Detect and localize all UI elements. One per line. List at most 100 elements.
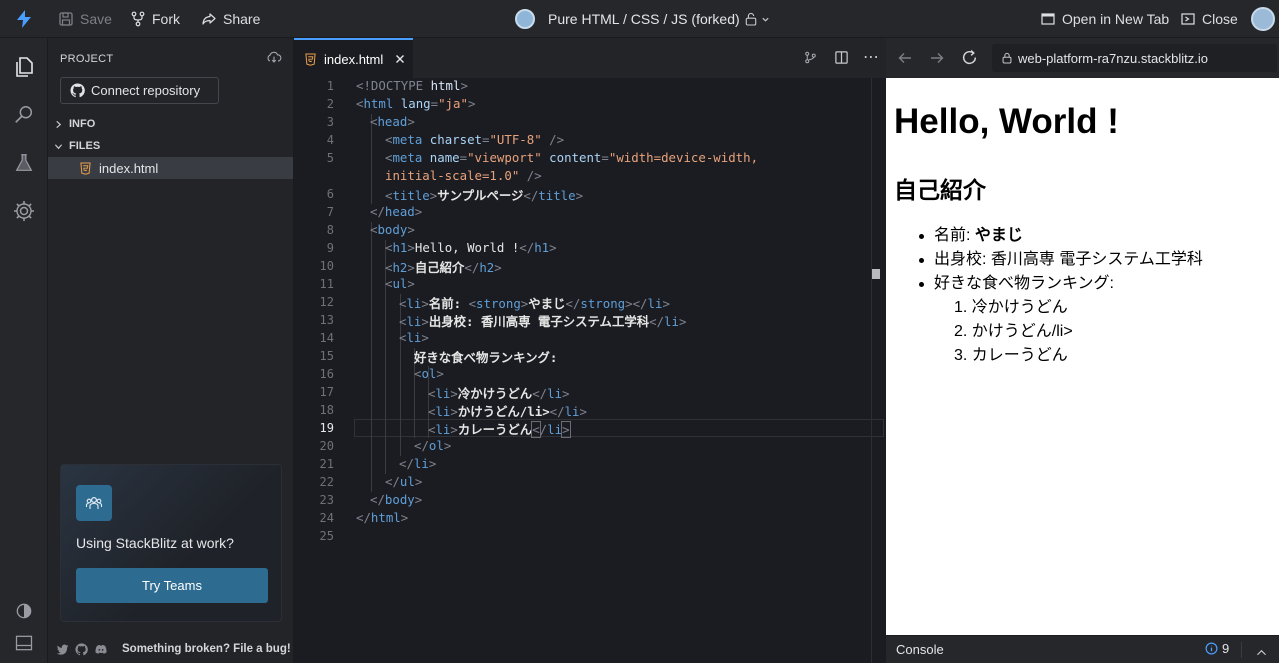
- connect-repository-button[interactable]: Connect repository: [60, 77, 219, 104]
- flask-icon[interactable]: [12, 151, 36, 175]
- files-section-toggle[interactable]: FILES: [54, 138, 100, 154]
- code-token: html: [363, 96, 394, 111]
- lock-icon: [1002, 52, 1012, 64]
- food-item: かけうどん/li>: [971, 323, 1073, 340]
- code-token: <: [468, 296, 477, 311]
- code-token: content: [541, 150, 602, 165]
- project-avatar: [515, 9, 535, 29]
- project-title[interactable]: Pure HTML / CSS / JS (forked): [548, 11, 740, 27]
- code-area[interactable]: <!DOCTYPE html> <html lang="ja"> <head> …: [294, 78, 886, 663]
- activity-bar: [0, 38, 48, 663]
- reload-icon[interactable]: [961, 49, 978, 71]
- code-line: </ol>: [414, 438, 451, 453]
- code-token: initial-scale=1.0": [385, 168, 520, 183]
- code-line: <li>: [399, 330, 429, 345]
- code-token: lang: [393, 96, 431, 111]
- url-text: web-platform-ra7nzu.stackblitz.io: [1018, 50, 1209, 66]
- user-avatar[interactable]: [1251, 7, 1275, 31]
- editor-scrollbar[interactable]: [871, 78, 872, 663]
- discord-icon[interactable]: [94, 643, 108, 656]
- search-icon[interactable]: [12, 103, 36, 127]
- connect-repository-label: Connect repository: [91, 83, 201, 98]
- theme-toggle-icon[interactable]: [12, 599, 36, 623]
- code-token: >: [678, 314, 687, 329]
- code-token: ul: [399, 474, 415, 489]
- chevron-up-icon[interactable]: [1256, 644, 1267, 662]
- html5-file-icon: [305, 52, 316, 66]
- code-token: かけうどん/li>: [457, 404, 550, 419]
- indent-guide: [371, 222, 372, 492]
- list-item: 名前: やまじ: [934, 224, 1023, 248]
- stackblitz-logo-icon[interactable]: [14, 9, 34, 29]
- gear-icon[interactable]: [12, 199, 36, 223]
- save-button[interactable]: Save: [58, 0, 112, 38]
- code-token: head: [377, 114, 408, 129]
- info-section-toggle[interactable]: INFO: [54, 116, 95, 132]
- panel-layout-icon[interactable]: [12, 631, 36, 655]
- name-value: やまじ: [974, 227, 1023, 244]
- code-token: >: [560, 421, 571, 438]
- code-token: 自己紹介: [414, 260, 465, 275]
- cloud-download-icon[interactable]: [266, 51, 282, 69]
- close-tab-icon[interactable]: [395, 54, 405, 64]
- code-line: <!DOCTYPE html>: [356, 78, 468, 93]
- code-editor: index.html ⋯ 1 2 3 4 5 6 7 8 9 10 11 12 …: [294, 38, 886, 663]
- code-line: <h1>Hello, World !</h1>: [385, 240, 557, 255]
- code-line: </head>: [370, 204, 422, 219]
- divider: [1241, 642, 1242, 658]
- more-actions-icon[interactable]: ⋯: [863, 47, 879, 67]
- code-token: >: [400, 510, 409, 525]
- tab-index-html[interactable]: index.html: [294, 38, 413, 78]
- code-token: ol: [428, 438, 444, 453]
- try-teams-button[interactable]: Try Teams: [76, 568, 268, 603]
- files-icon[interactable]: [12, 55, 36, 79]
- file-item-index-html[interactable]: index.html: [48, 157, 293, 179]
- share-label: Share: [223, 11, 261, 27]
- code-token: </: [519, 240, 535, 255]
- code-token: li: [435, 386, 451, 401]
- ordered-item: 1. 冷かけうどん: [954, 299, 1068, 316]
- report-bug-link[interactable]: Something broken? File a bug!: [122, 643, 291, 655]
- food-item: カレーうどん: [971, 347, 1068, 364]
- url-bar[interactable]: web-platform-ra7nzu.stackblitz.io: [992, 44, 1277, 72]
- code-token: >: [407, 222, 415, 237]
- code-line: </li>: [399, 456, 436, 471]
- files-label: FILES: [69, 140, 101, 152]
- github-icon: [70, 83, 85, 98]
- open-new-tab-button[interactable]: Open in New Tab: [1040, 0, 1169, 38]
- code-token: title: [392, 188, 430, 203]
- github-footer-icon[interactable]: [75, 642, 88, 656]
- code-token: >: [579, 404, 587, 419]
- fork-button[interactable]: Fork: [130, 0, 180, 38]
- project-heading: PROJECT: [60, 53, 114, 65]
- lock-icon[interactable]: [745, 11, 773, 27]
- console-label: Console: [896, 642, 944, 657]
- preview-toolbar: web-platform-ra7nzu.stackblitz.io: [886, 38, 1279, 78]
- code-token: 名前:: [428, 296, 469, 311]
- bullet: [919, 258, 924, 263]
- preview-h2: 自己紹介: [894, 177, 986, 203]
- forward-arrow-icon[interactable]: [929, 50, 945, 71]
- code-token: head: [384, 204, 415, 219]
- twitter-icon[interactable]: [56, 643, 69, 656]
- code-line: initial-scale=1.0" />: [385, 168, 542, 183]
- tab-label: index.html: [324, 51, 384, 67]
- code-token: body: [377, 222, 408, 237]
- code-token: </: [385, 474, 400, 489]
- console-bar[interactable]: Console 9: [886, 635, 1279, 663]
- teams-icon: [76, 485, 112, 521]
- back-arrow-icon[interactable]: [897, 50, 913, 71]
- split-editor-icon[interactable]: [834, 50, 849, 70]
- preview-h1: Hello, World !: [894, 102, 1119, 141]
- open-new-tab-label: Open in New Tab: [1062, 11, 1170, 27]
- code-token: Hello, World !: [414, 240, 520, 255]
- share-button[interactable]: Share: [201, 0, 260, 38]
- code-line: <title>サンプルページ</title>: [385, 186, 583, 204]
- code-token: li: [547, 422, 563, 437]
- code-token: >: [443, 438, 452, 453]
- close-button[interactable]: Close: [1180, 0, 1238, 38]
- source-control-icon[interactable]: [804, 51, 817, 69]
- code-token: "viewport": [467, 150, 542, 165]
- code-token: >: [428, 456, 437, 471]
- console-count-badge[interactable]: 9: [1205, 641, 1229, 656]
